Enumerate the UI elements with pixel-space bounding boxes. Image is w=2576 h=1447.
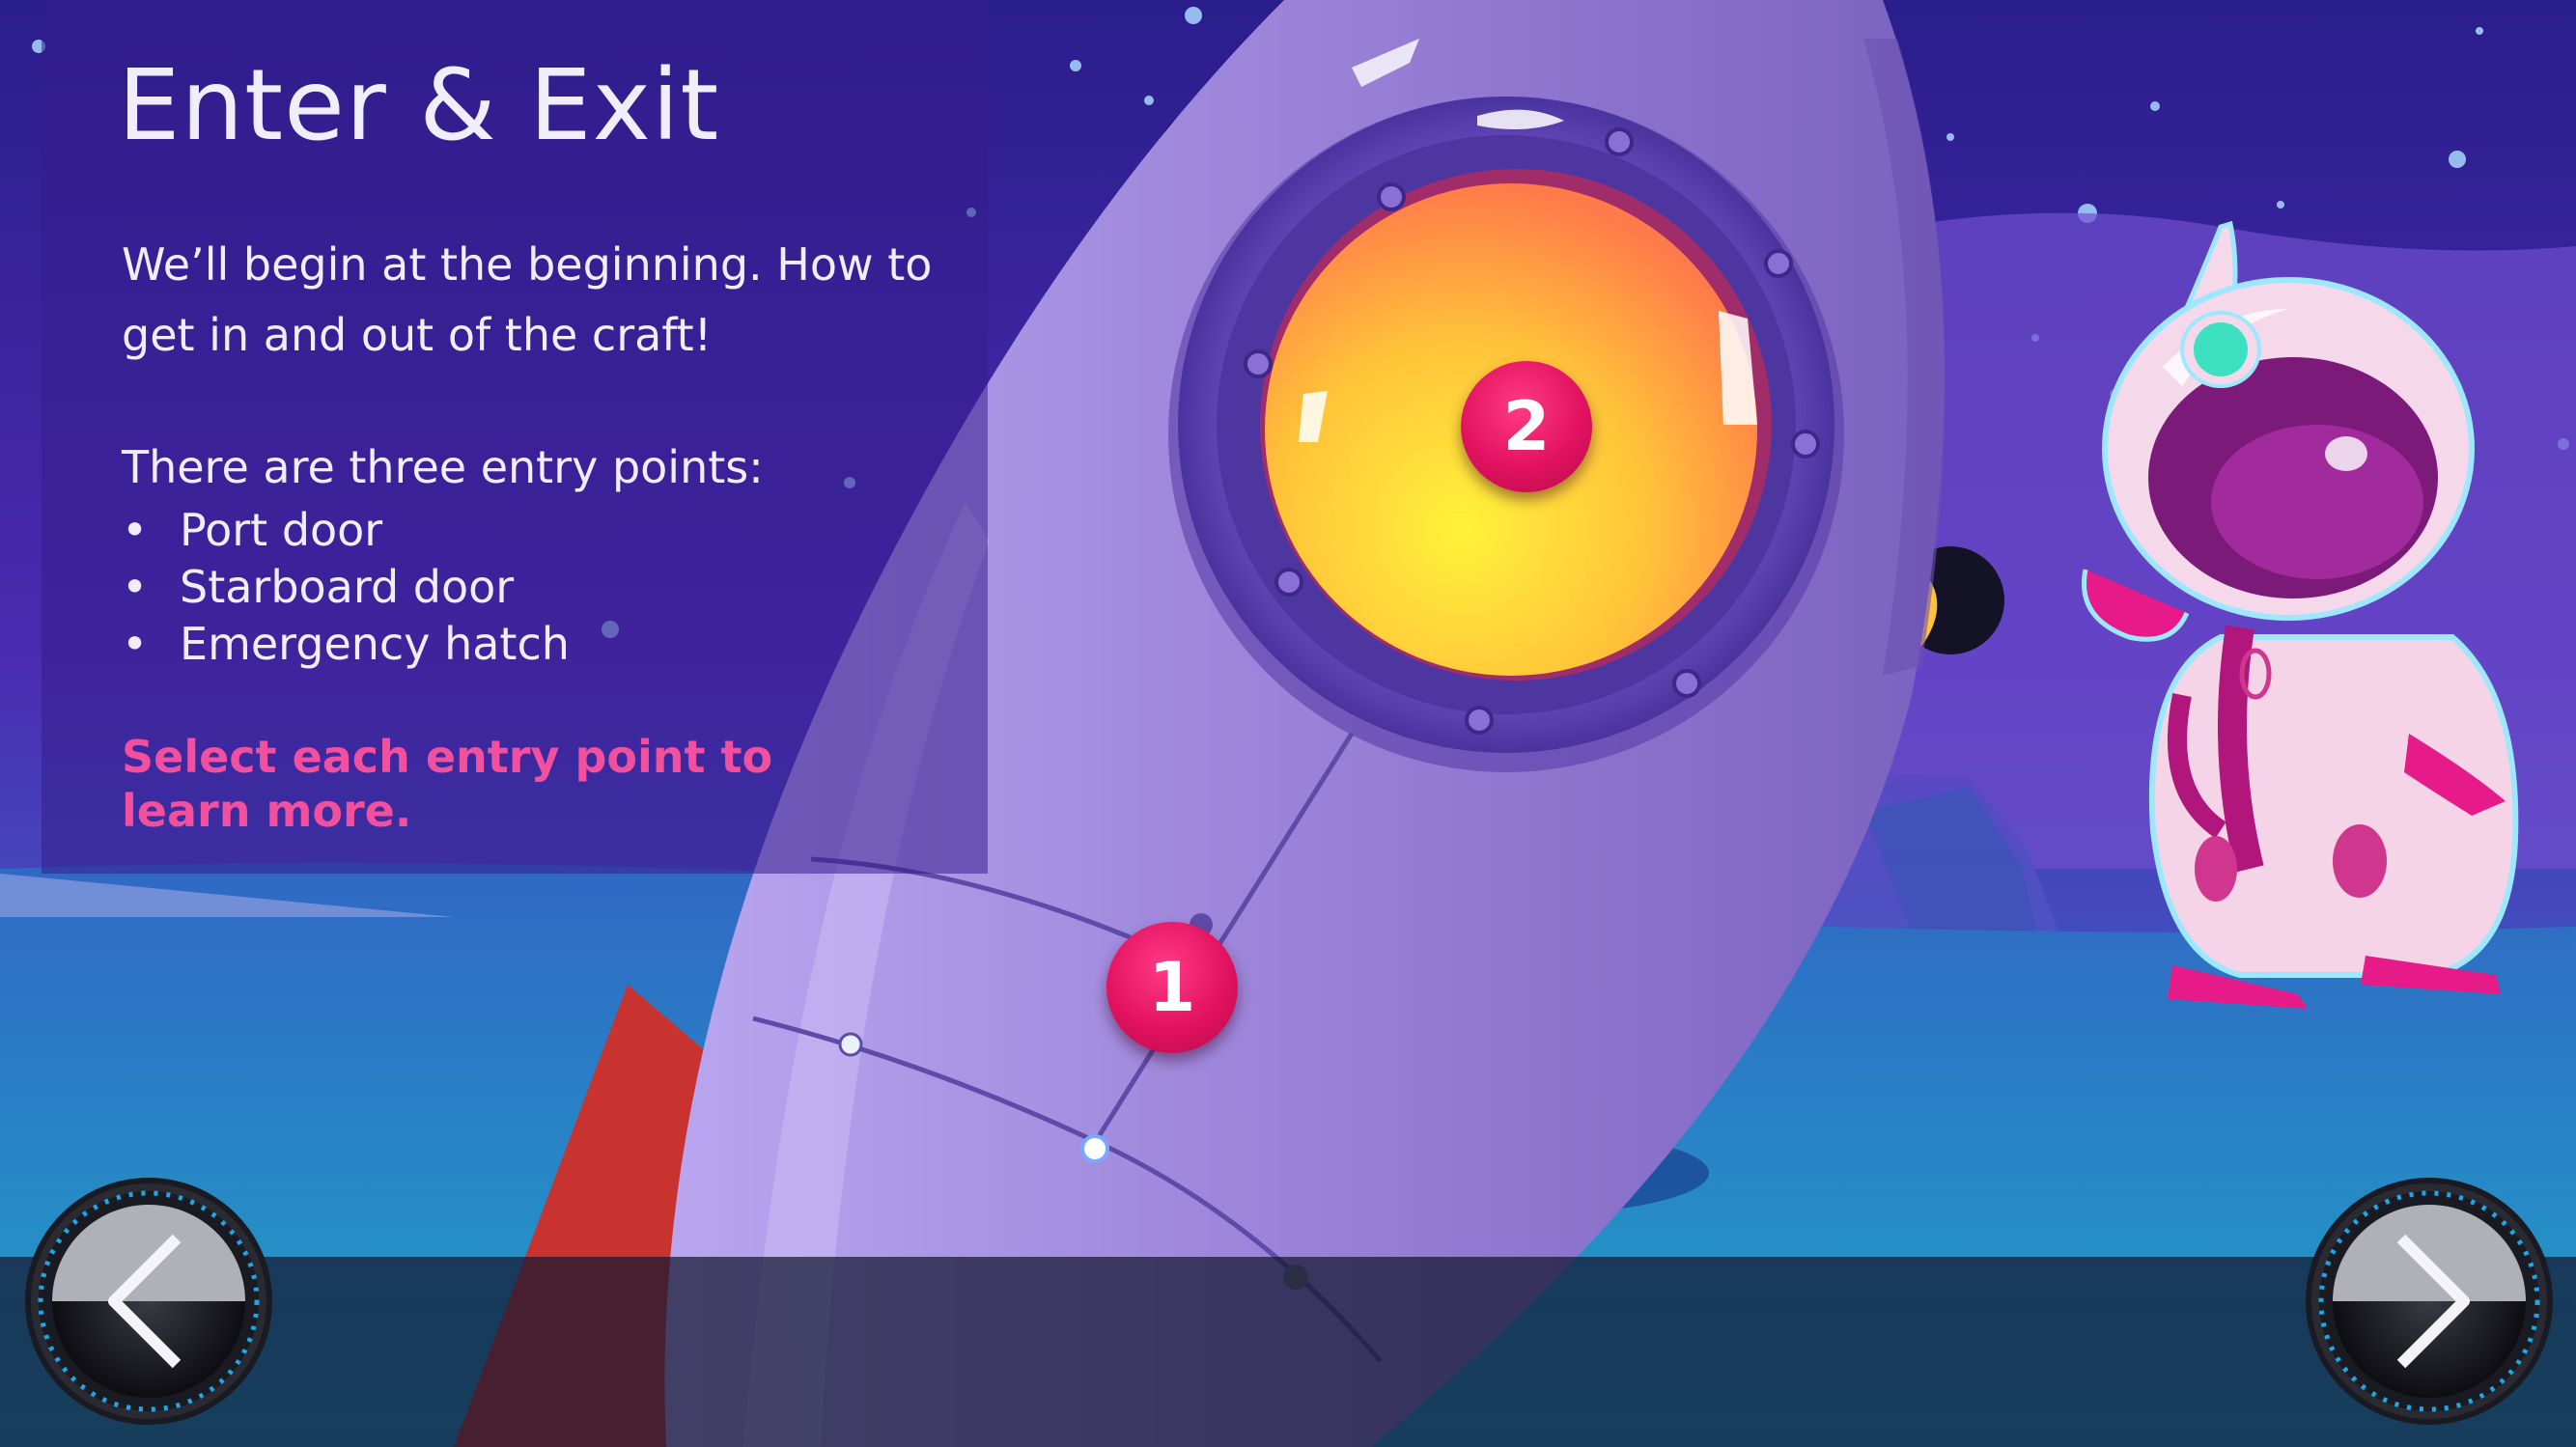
entry-points-list: • Port door • Starboard door • Emergency ha… [122, 504, 570, 675]
bullet-glyph: • [122, 561, 149, 613]
hotspot-1-button[interactable]: 1 [1106, 922, 1238, 1053]
entry-point-label: Port door [180, 504, 383, 556]
bullet-glyph: • [122, 504, 149, 556]
entry-point-label: Emergency hatch [180, 618, 570, 670]
slide-title: Enter & Exit [118, 48, 720, 163]
entry-point-label: Starboard door [180, 561, 515, 613]
entry-point-item: • Emergency hatch [122, 618, 570, 675]
entry-point-item: • Port door [122, 504, 570, 561]
hotspot-2-button[interactable]: 2 [1461, 361, 1592, 492]
entry-point-item: • Starboard door [122, 561, 570, 618]
chevron-right-icon [2306, 1178, 2553, 1425]
call-to-action: Select each entry point to learn more. [122, 731, 773, 837]
bottom-nav-bar [0, 1257, 2576, 1447]
next-button[interactable] [2303, 1175, 2556, 1428]
chevron-left-icon [25, 1178, 272, 1425]
entry-points-heading: There are three entry points: [122, 441, 764, 493]
intro-text: We’ll begin at the beginning. How to get… [122, 238, 933, 361]
previous-button[interactable] [22, 1175, 275, 1428]
bullet-glyph: • [122, 618, 149, 670]
